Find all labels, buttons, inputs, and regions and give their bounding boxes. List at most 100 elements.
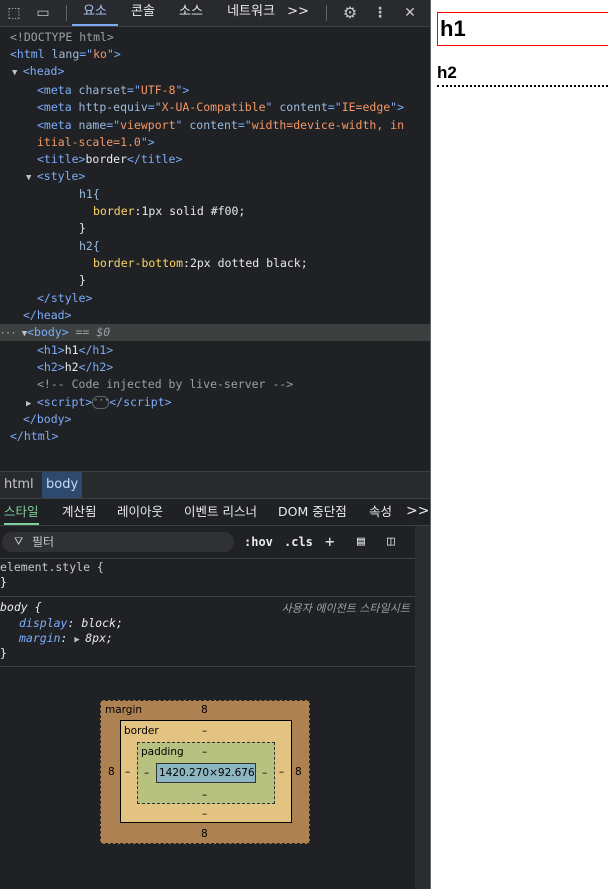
padding-bottom-value[interactable]: –	[202, 789, 207, 801]
tab-computed[interactable]: 계산됨	[62, 498, 97, 525]
dom-node-doctype[interactable]: <!DOCTYPE html>	[0, 29, 430, 46]
h1-node-text: h1	[64, 343, 79, 357]
padding-right-value[interactable]: –	[262, 767, 267, 779]
tab-layout[interactable]: 레이아웃	[117, 498, 163, 525]
margin-right-value[interactable]: 8	[295, 766, 302, 778]
border-left-value[interactable]: –	[125, 766, 130, 778]
dom-node-style[interactable]: ▼ <style>	[0, 168, 430, 185]
css-h2-value: :2px dotted black;	[183, 256, 308, 270]
dom-node-body-selected[interactable]: ··· ▼<body> == $0	[0, 324, 430, 341]
styles-pane-scrollbar[interactable]	[415, 526, 430, 889]
content-size-value: 1420.270×92.676	[159, 767, 255, 779]
css-h2-selector[interactable]: h2{	[0, 238, 430, 255]
title-text: border	[85, 152, 128, 166]
tab-elements[interactable]: 요소	[72, 0, 118, 26]
tab-dom-breakpoints[interactable]: DOM 중단점	[278, 498, 347, 525]
element-style-close: }	[0, 575, 7, 589]
css-h1-declaration[interactable]: border:1px solid #f00;	[0, 203, 430, 220]
dom-node-html[interactable]: <html lang="ko">	[0, 46, 430, 63]
box-model-padding[interactable]: padding – – – – 1420.270×92.676	[137, 742, 275, 804]
styles-filter-row: ⛛ 필터 :hov .cls + ▤ ◫	[0, 526, 415, 559]
expand-shorthand-icon[interactable]: ▶	[74, 635, 85, 645]
dom-node-h1[interactable]: <h1>h1</h1>	[0, 342, 430, 359]
body-selector[interactable]: body {	[0, 600, 42, 615]
add-rule-button[interactable]: +	[325, 532, 335, 552]
tab-network[interactable]: 네트워크	[222, 0, 280, 26]
box-model-border[interactable]: border – – – – padding – – – – 1420.270×…	[120, 720, 292, 823]
border-top-value[interactable]: –	[202, 725, 207, 737]
border-bottom-value[interactable]: –	[202, 808, 207, 820]
box-model-content[interactable]: 1420.270×92.676	[156, 763, 256, 783]
border-right-value[interactable]: –	[279, 766, 284, 778]
body-margin-declaration[interactable]: margin: ▶ 8px;	[19, 631, 113, 648]
dom-node-script[interactable]: ▶ <script>···</script>	[0, 394, 430, 411]
dom-node-style-close[interactable]: </style>	[0, 290, 430, 307]
dom-node-meta-compat[interactable]: <meta http-equiv="X-UA-Compatible" conte…	[0, 99, 430, 116]
breadcrumb: html body	[0, 471, 430, 499]
dom-node-body-close[interactable]: </body>	[0, 411, 430, 428]
tab-console[interactable]: 콘솔	[122, 0, 164, 26]
margin-bottom-value[interactable]: 8	[201, 828, 208, 840]
class-toggle-button[interactable]: .cls	[284, 532, 313, 552]
padding-top-value[interactable]: –	[202, 746, 207, 758]
filter-input[interactable]: ⛛ 필터	[2, 532, 234, 552]
close-icon[interactable]: ✕	[400, 0, 420, 26]
device-toggle-icon[interactable]: ▭	[33, 0, 53, 26]
css-h2-declaration[interactable]: border-bottom:2px dotted black;	[0, 255, 430, 272]
dom-node-h2[interactable]: <h2>h2</h2>	[0, 359, 430, 376]
dom-node-html-close[interactable]: </html>	[0, 428, 430, 445]
padding-label: padding	[141, 746, 184, 758]
css-h2-selector-text: h2{	[79, 239, 100, 253]
dom-node-title[interactable]: <title>border</title>	[0, 151, 430, 168]
meta-name-value: viewport	[120, 118, 176, 132]
toggle-sidebar-icon[interactable]: ◫	[387, 532, 395, 552]
body-display-declaration[interactable]: display: block;	[19, 616, 123, 631]
meta-http-equiv-value: X-UA-Compatible	[161, 100, 266, 114]
dom-node-meta-charset[interactable]: <meta charset="UTF-8">	[0, 82, 430, 99]
meta-charset-value: UTF-8	[140, 83, 176, 97]
dom-node-meta-viewport[interactable]: <meta name="viewport" content="width=dev…	[0, 117, 430, 134]
tab-elements-label: 요소	[83, 4, 107, 19]
margin-left-value[interactable]: 8	[108, 766, 115, 778]
paint-brush-icon[interactable]: ▤	[357, 532, 365, 552]
css-h1-value: :1px solid #f00;	[134, 204, 246, 218]
ellipsis-icon[interactable]: ···	[92, 396, 110, 409]
box-model-margin[interactable]: margin 8 8 8 8 border – – – – padding – …	[100, 700, 310, 844]
expand-triangle-icon[interactable]: ▼	[12, 68, 23, 78]
css-h2-close[interactable]: }	[0, 272, 430, 289]
margin-top-value[interactable]: 8	[201, 704, 208, 716]
breadcrumb-html[interactable]: html	[0, 472, 38, 498]
element-picker-icon[interactable]: ⬚	[5, 0, 23, 26]
body-rule-close: }	[0, 646, 7, 660]
kebab-menu-icon[interactable]: ⋮	[370, 0, 390, 26]
dom-node-head-close[interactable]: </head>	[0, 307, 430, 324]
padding-left-value[interactable]: –	[144, 767, 149, 779]
doctype-text: <!DOCTYPE html>	[10, 30, 114, 44]
expand-triangle-icon[interactable]: ▼	[26, 173, 37, 183]
dom-node-head[interactable]: ▼ <head>	[0, 63, 430, 80]
css-h1-close[interactable]: }	[0, 220, 430, 237]
breadcrumb-body[interactable]: body	[42, 472, 83, 498]
dom-tree: <!DOCTYPE html> <html lang="ko"> ▼ <head…	[0, 27, 430, 471]
tab-properties[interactable]: 속성	[369, 498, 392, 525]
tab-event-listeners[interactable]: 이벤트 리스너	[184, 498, 257, 525]
css-h1-selector[interactable]: h1{	[0, 186, 430, 203]
more-style-tabs-button[interactable]: >>	[406, 498, 429, 525]
devtools-panel: ⬚ ▭ 요소 콘솔 소스 네트워크 >> ⚙ ⋮ ✕ <!DOCTYPE htm…	[0, 0, 430, 889]
dom-node-comment[interactable]: <!-- Code injected by live-server -->	[0, 376, 430, 393]
meta-content-value: IE=edge	[341, 100, 391, 114]
rule-source-label[interactable]: 사용자 에이전트 스타일시트	[282, 600, 410, 616]
tab-styles[interactable]: 스타일	[4, 498, 39, 525]
comment-text: <!-- Code injected by live-server -->	[37, 377, 294, 391]
gear-icon[interactable]: ⚙	[340, 0, 360, 26]
collapsed-triangle-icon[interactable]: ▶	[26, 399, 37, 409]
tab-sources[interactable]: 소스	[170, 0, 212, 26]
more-tabs-button[interactable]: >>	[286, 0, 310, 26]
element-style-selector[interactable]: element.style {	[0, 560, 104, 575]
devtools-toolbar: ⬚ ▭ 요소 콘솔 소스 네트워크 >> ⚙ ⋮ ✕	[0, 0, 430, 27]
row-menu-icon[interactable]: ···	[0, 329, 22, 339]
css-h2-prop: border-bottom	[93, 256, 184, 270]
dom-node-meta-viewport-cont[interactable]: itial-scale=1.0">	[0, 134, 430, 151]
hover-state-button[interactable]: :hov	[244, 532, 273, 552]
element-style-selector-text: element.style {	[0, 560, 104, 574]
